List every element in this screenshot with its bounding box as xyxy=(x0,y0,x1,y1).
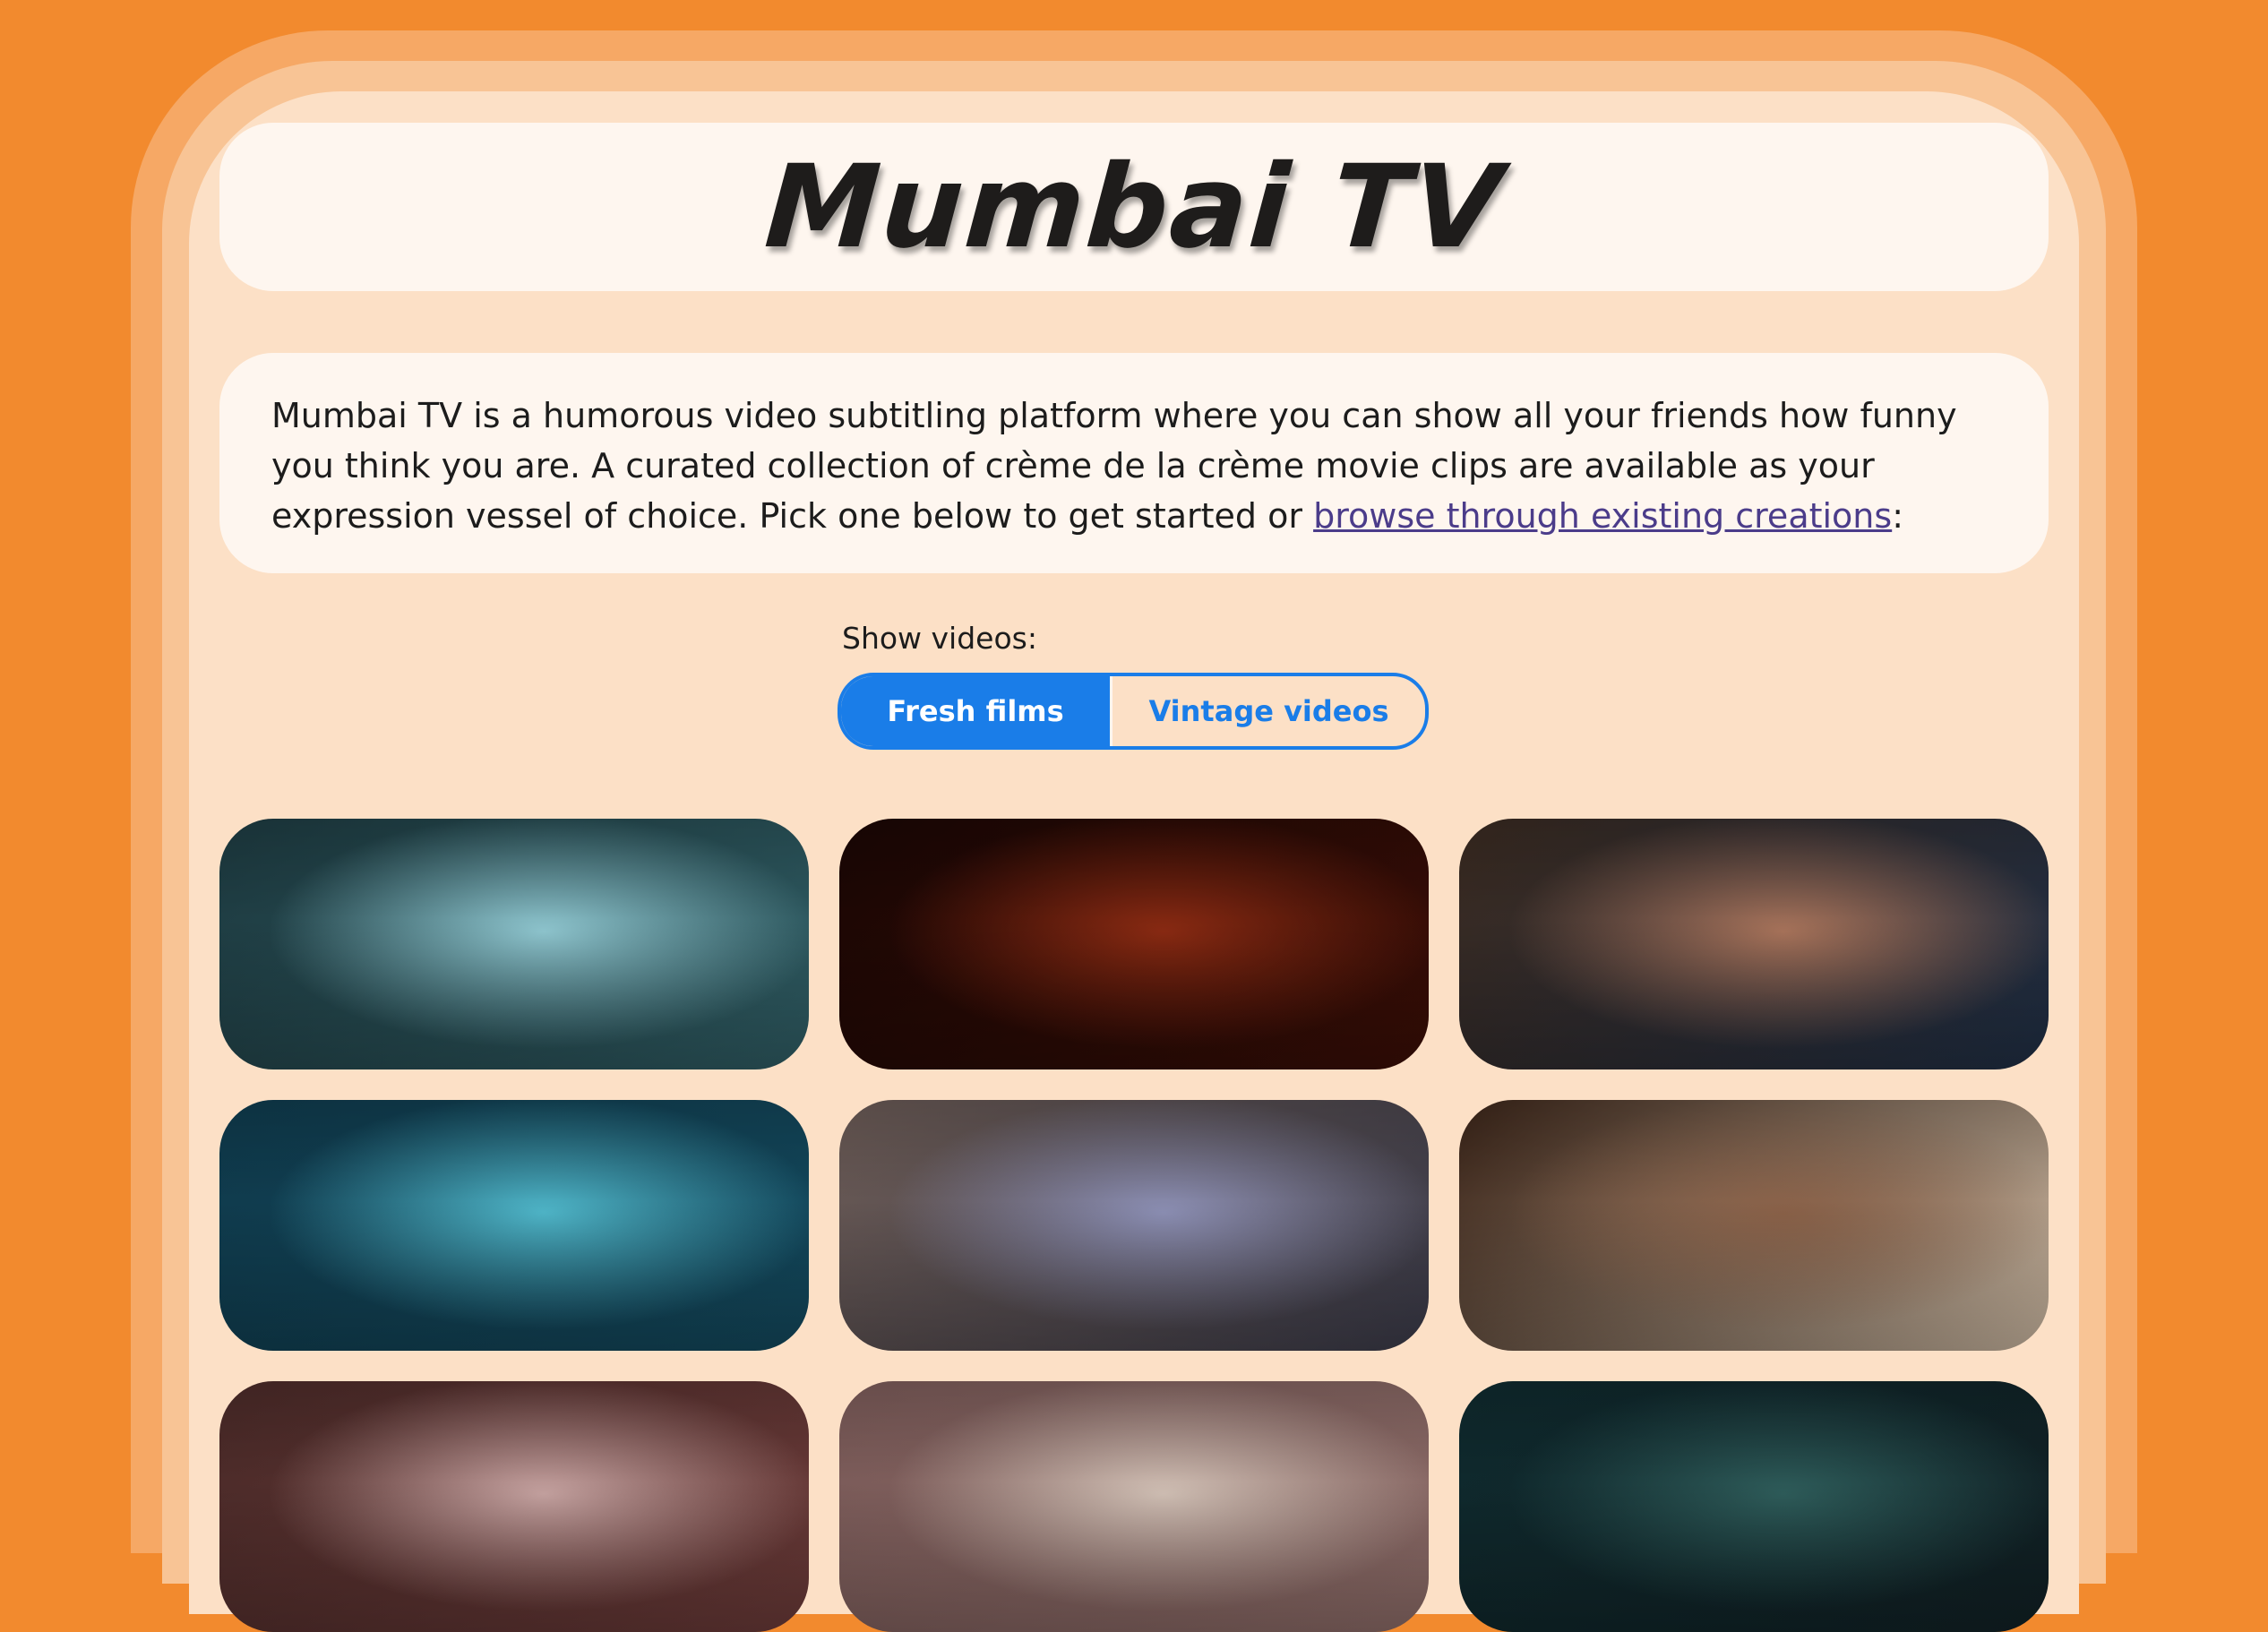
video-grid xyxy=(219,819,2049,1632)
video-frame-image xyxy=(1459,1381,2049,1632)
intro-card: Mumbai TV is a humorous video subtitling… xyxy=(219,353,2049,573)
video-frame-image xyxy=(839,819,1429,1069)
site-title: Mumbai TV xyxy=(760,140,1508,274)
vintage-videos-button[interactable]: Vintage videos xyxy=(1113,676,1425,746)
video-filter-toggle: Fresh films Vintage videos xyxy=(838,673,1429,750)
intro-suffix: : xyxy=(1892,496,1904,536)
video-frame-image xyxy=(219,1100,809,1351)
video-thumbnail-restaurant-conversation-scene[interactable] xyxy=(839,1100,1429,1351)
browse-creations-link[interactable]: browse through existing creations xyxy=(1313,496,1892,536)
video-frame-image xyxy=(1459,1100,2049,1351)
video-frame-image xyxy=(1459,819,2049,1069)
video-thumbnail-bar-counter-scene[interactable] xyxy=(1459,1100,2049,1351)
video-frame-image xyxy=(219,819,809,1069)
video-thumbnail-bamboo-forest-scene[interactable] xyxy=(1459,1381,2049,1632)
video-thumbnail-jeans-backs-scene[interactable] xyxy=(1459,819,2049,1069)
show-videos-label: Show videos: xyxy=(842,621,1037,656)
video-frame-image xyxy=(839,1100,1429,1351)
video-frame-image xyxy=(839,1381,1429,1632)
fresh-films-button[interactable]: Fresh films xyxy=(841,676,1113,746)
video-frame-image xyxy=(219,1381,809,1632)
video-thumbnail-red-sperm-animation-scene[interactable] xyxy=(839,819,1429,1069)
video-thumbnail-blue-tinted-shirt-scene[interactable] xyxy=(219,1100,809,1351)
header-card: Mumbai TV xyxy=(219,123,2049,291)
video-thumbnail-airport-terminal-scene[interactable] xyxy=(219,819,809,1069)
video-thumbnail-room-doorway-scene[interactable] xyxy=(839,1381,1429,1632)
video-thumbnail-shop-interior-scene[interactable] xyxy=(219,1381,809,1632)
